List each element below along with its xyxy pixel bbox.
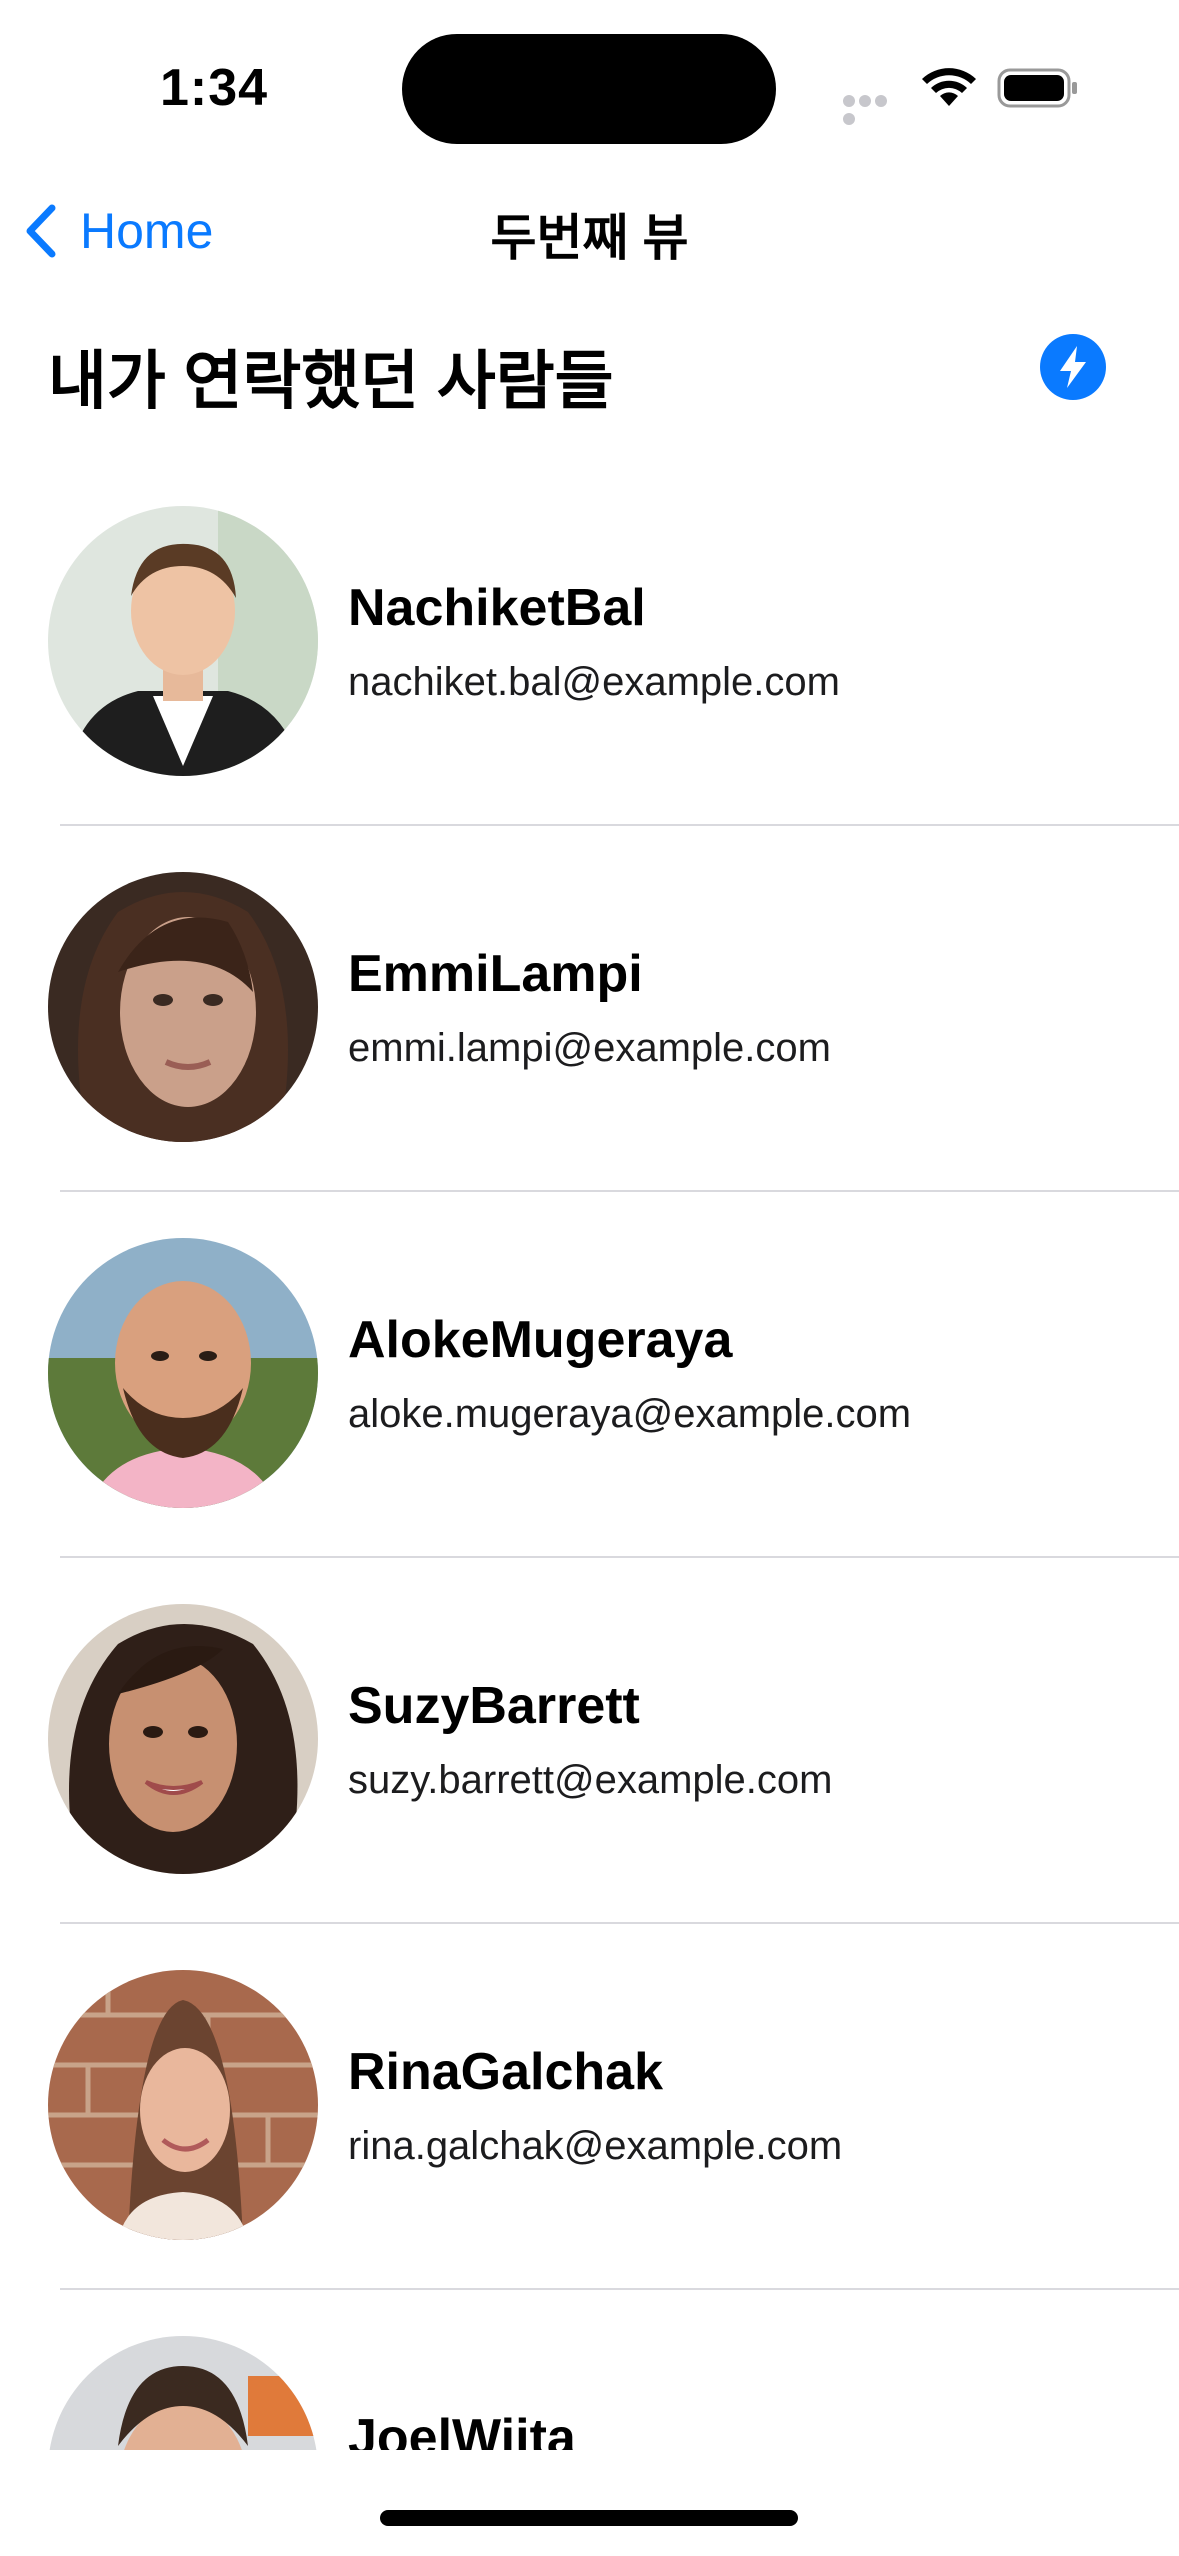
contact-row[interactable]: NachiketBal nachiket.bal@example.com bbox=[0, 460, 1179, 826]
contact-row[interactable]: EmmiLampi emmi.lampi@example.com bbox=[0, 826, 1179, 1192]
contact-name: EmmiLampi bbox=[348, 945, 643, 1003]
contact-row[interactable]: AlokeMugeraya aloke.mugeraya@example.com bbox=[0, 1192, 1179, 1558]
avatar bbox=[48, 1238, 318, 1508]
nav-title: 두번째 뷰 bbox=[490, 210, 689, 266]
bolt-button[interactable] bbox=[1040, 334, 1106, 400]
contact-row[interactable]: JoelWiita bbox=[0, 2290, 1179, 2450]
home-indicator[interactable] bbox=[380, 2510, 798, 2526]
avatar bbox=[48, 2336, 318, 2450]
contact-email: rina.galchak@example.com bbox=[348, 2124, 843, 2168]
avatar bbox=[48, 872, 318, 1142]
contact-name: AlokeMugeraya bbox=[348, 1311, 733, 1369]
contact-name: RinaGalchak bbox=[348, 2043, 664, 2101]
contact-email: aloke.mugeraya@example.com bbox=[348, 1392, 912, 1436]
contact-email: suzy.barrett@example.com bbox=[348, 1758, 833, 1802]
battery-icon bbox=[997, 68, 1077, 108]
avatar bbox=[48, 506, 318, 776]
bolt-icon bbox=[1060, 346, 1086, 388]
contact-name: JoelWiita bbox=[348, 2409, 576, 2450]
avatar bbox=[48, 1604, 318, 1874]
cellular-signal-icon bbox=[843, 94, 903, 125]
contact-email: emmi.lampi@example.com bbox=[348, 1026, 831, 1070]
contact-list[interactable]: NachiketBal nachiket.bal@example.com Emm… bbox=[0, 460, 1179, 2450]
navigation-bar: Home 두번째 뷰 bbox=[0, 180, 1179, 280]
avatar bbox=[48, 1970, 318, 2240]
contact-row[interactable]: RinaGalchak rina.galchak@example.com bbox=[0, 1924, 1179, 2290]
dynamic-island bbox=[402, 34, 776, 144]
header-row: 내가 연락했던 사람들 bbox=[0, 310, 1179, 430]
contact-name: NachiketBal bbox=[348, 579, 646, 637]
wifi-icon bbox=[922, 68, 976, 106]
contact-row[interactable]: SuzyBarrett suzy.barrett@example.com bbox=[0, 1558, 1179, 1924]
contact-name: SuzyBarrett bbox=[348, 1677, 640, 1735]
status-bar: 1:34 bbox=[0, 0, 1179, 170]
contact-email: nachiket.bal@example.com bbox=[348, 660, 840, 704]
status-time: 1:34 bbox=[160, 59, 269, 117]
page-title: 내가 연락했던 사람들 bbox=[48, 345, 614, 417]
